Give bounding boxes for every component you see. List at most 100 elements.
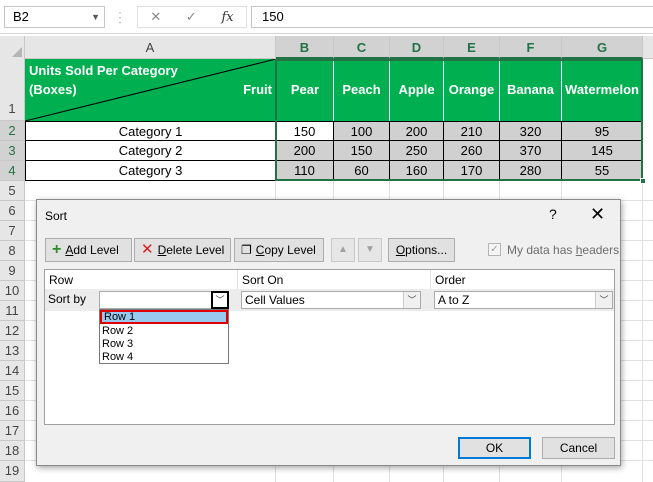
value-cell[interactable]: 160 xyxy=(390,161,444,181)
column-heading-sort-on: Sort On xyxy=(242,273,284,287)
chevron-down-icon[interactable]: ﹀ xyxy=(211,291,229,309)
value-cell[interactable]: 60 xyxy=(334,161,390,181)
options-label-rest: ptions... xyxy=(405,243,448,257)
value-cell[interactable]: 210 xyxy=(444,121,500,141)
order-value: A to Z xyxy=(438,293,470,307)
row-header-12[interactable]: 12 xyxy=(0,321,25,341)
row-header-11[interactable]: 11 xyxy=(0,301,25,321)
chevron-down-icon[interactable]: ▼ xyxy=(91,7,100,27)
value-cell[interactable]: 280 xyxy=(500,161,562,181)
value-cell[interactable]: 200 xyxy=(276,141,334,161)
dropdown-option-row-2[interactable]: Row 2 xyxy=(102,325,133,338)
value-cell[interactable]: 170 xyxy=(444,161,500,181)
row-header-18[interactable]: 18 xyxy=(0,441,25,461)
fruit-header-watermelon[interactable]: Watermelon xyxy=(562,59,643,121)
col-header-e[interactable]: E xyxy=(444,36,500,59)
value-cell[interactable]: 370 xyxy=(500,141,562,161)
divider xyxy=(430,270,431,290)
chevron-down-icon[interactable]: ﹀ xyxy=(595,292,612,308)
delete-level-button[interactable]: ✕ Delete Level xyxy=(134,238,231,262)
row-header-6[interactable]: 6 xyxy=(0,201,25,221)
name-box[interactable]: B2 ▼ xyxy=(4,6,105,28)
header-title-line1: Units Sold Per Category xyxy=(29,63,178,78)
sort-on-dropdown[interactable]: Cell Values ﹀ xyxy=(241,291,421,309)
value-cell[interactable]: 145 xyxy=(562,141,643,161)
row-header-1[interactable]: 1 xyxy=(0,59,25,121)
sort-dialog: Sort ? ✕ + Add Level ✕ Delete Level ❐ Copy … xyxy=(36,199,621,466)
options-button[interactable]: Options... xyxy=(388,238,455,262)
value-cell-active[interactable]: 150 xyxy=(276,121,334,141)
delete-level-label-rest: elete Level xyxy=(166,243,225,257)
row-header-10[interactable]: 10 xyxy=(0,281,25,301)
cell-a1-header[interactable]: Units Sold Per Category (Boxes) Fruit xyxy=(25,59,276,121)
close-icon[interactable]: ✕ xyxy=(590,204,605,225)
row-header-13[interactable]: 13 xyxy=(0,341,25,361)
value-cell[interactable]: 320 xyxy=(500,121,562,141)
formula-separator-icon: ⋮ xyxy=(113,7,127,27)
delete-x-icon: ✕ xyxy=(141,241,154,258)
col-header-d[interactable]: D xyxy=(390,36,444,59)
col-header-g[interactable]: G xyxy=(562,36,643,59)
category-cell[interactable]: Category 2 xyxy=(25,141,276,161)
insert-function-icon[interactable]: fx xyxy=(221,10,233,25)
order-dropdown[interactable]: A to Z ﹀ xyxy=(434,291,613,309)
col-header-f[interactable]: F xyxy=(500,36,562,59)
value-cell[interactable]: 55 xyxy=(562,161,643,181)
col-header-b[interactable]: B xyxy=(276,36,334,59)
value-cell[interactable]: 150 xyxy=(334,141,390,161)
row-header-8[interactable]: 8 xyxy=(0,241,25,261)
add-level-button[interactable]: + Add Level xyxy=(45,238,132,262)
formula-input[interactable]: 150 xyxy=(251,6,653,28)
row-header-7[interactable]: 7 xyxy=(0,221,25,241)
row-header-16[interactable]: 16 xyxy=(0,401,25,421)
row-dropdown[interactable]: ﹀ xyxy=(99,291,229,309)
chevron-down-icon[interactable]: ﹀ xyxy=(403,292,420,308)
value-cell[interactable]: 110 xyxy=(276,161,334,181)
cancel-icon[interactable]: ✕ xyxy=(150,9,161,25)
category-cell[interactable]: Category 1 xyxy=(25,121,276,141)
sort-on-value: Cell Values xyxy=(245,293,305,307)
column-header-bar: A B C D E F G xyxy=(0,36,653,59)
move-down-icon[interactable]: ▼ xyxy=(358,238,382,262)
value-cell[interactable]: 200 xyxy=(390,121,444,141)
row-header-9[interactable]: 9 xyxy=(0,261,25,281)
fruit-header-peach[interactable]: Peach xyxy=(334,59,390,121)
row-header-2[interactable]: 2 xyxy=(0,121,25,141)
fruit-header-apple[interactable]: Apple xyxy=(390,59,444,121)
copy-icon: ❐ xyxy=(241,243,252,257)
copy-level-button[interactable]: ❐ Copy Level xyxy=(234,238,324,262)
row-header-4[interactable]: 4 xyxy=(0,161,25,181)
add-level-label-rest: dd Level xyxy=(73,243,119,257)
dropdown-option-row-1[interactable]: Row 1 xyxy=(100,310,228,324)
row-header-14[interactable]: 14 xyxy=(0,361,25,381)
name-box-value: B2 xyxy=(13,9,29,24)
value-cell[interactable]: 260 xyxy=(444,141,500,161)
dropdown-option-row-4[interactable]: Row 4 xyxy=(102,351,133,364)
select-all-corner[interactable] xyxy=(0,36,25,59)
row-header-3[interactable]: 3 xyxy=(0,141,25,161)
value-cell[interactable]: 100 xyxy=(334,121,390,141)
row-header-17[interactable]: 17 xyxy=(0,421,25,441)
column-heading-row: Row xyxy=(49,273,74,287)
row-header-5[interactable]: 5 xyxy=(0,181,25,201)
value-cell[interactable]: 95 xyxy=(562,121,643,141)
col-header-c[interactable]: C xyxy=(334,36,390,59)
header-title-line2: (Boxes) xyxy=(29,82,77,97)
fruit-header-banana[interactable]: Banana xyxy=(500,59,562,121)
ok-button[interactable]: OK xyxy=(458,437,531,459)
col-header-a[interactable]: A xyxy=(25,36,276,59)
fill-handle[interactable] xyxy=(640,178,646,184)
fruit-header-orange[interactable]: Orange xyxy=(444,59,500,121)
dropdown-option-row-3[interactable]: Row 3 xyxy=(102,338,133,351)
help-icon[interactable]: ? xyxy=(549,206,557,222)
fruit-header-pear[interactable]: Pear xyxy=(276,59,334,121)
row-header-15[interactable]: 15 xyxy=(0,381,25,401)
value-cell[interactable]: 250 xyxy=(390,141,444,161)
move-up-icon[interactable]: ▲ xyxy=(331,238,355,262)
delete-level-accesskey: D xyxy=(157,243,167,257)
cancel-button[interactable]: Cancel xyxy=(542,437,615,459)
enter-icon[interactable]: ✓ xyxy=(186,9,197,25)
category-cell[interactable]: Category 3 xyxy=(25,161,276,181)
headers-checkbox[interactable]: ✓ xyxy=(488,243,501,256)
row-header-19[interactable]: 19 xyxy=(0,461,25,482)
